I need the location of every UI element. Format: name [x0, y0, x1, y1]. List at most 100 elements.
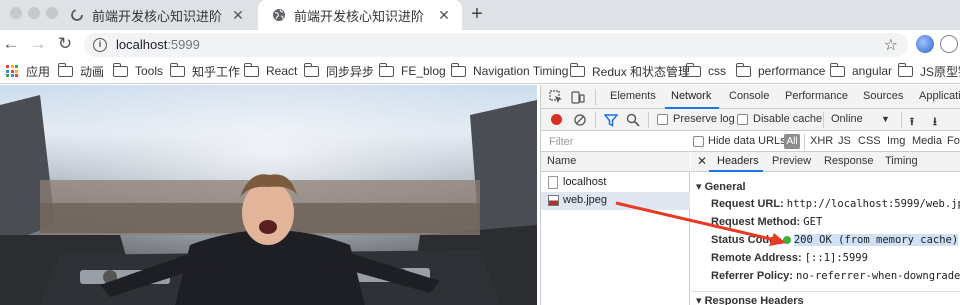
triangle-down-icon: ▾	[696, 181, 705, 193]
status-code-value: 200 OK (from memory cache)	[793, 234, 959, 246]
new-tab-button[interactable]: +	[468, 4, 486, 24]
bookmark-star-icon[interactable]: ☆	[884, 35, 898, 55]
import-har-icon[interactable]: ⭱	[910, 113, 914, 132]
devtools-panel: Elements Network Console Performance Sou…	[540, 85, 960, 305]
bookmarks-bar: 应用 动画 Tools 知乎工作 React 同步异步 FE_blog Navi…	[0, 58, 960, 84]
folder-icon	[378, 62, 394, 77]
toolbar-separator	[823, 112, 824, 128]
filter-bar: Filter Hide data URLs All XHR JS CSS Img…	[541, 132, 960, 152]
folder-icon	[57, 62, 73, 77]
loading-icon	[71, 9, 83, 21]
forward-button[interactable]: →	[29, 35, 47, 53]
browser-tab-2[interactable]: 前端开发核心知识进阶 ✕	[258, 0, 462, 30]
export-har-icon[interactable]: ⭳	[933, 113, 937, 132]
toolbar-separator	[648, 112, 649, 128]
document-icon	[548, 176, 558, 189]
bookmark-folder[interactable]: performance	[735, 62, 825, 80]
tab-application[interactable]: Applicatio	[919, 90, 960, 102]
window-close-button[interactable]	[10, 7, 22, 19]
network-toolbar: Preserve log Disable cache Online ▼ ⭱ ⭳	[541, 109, 960, 131]
request-method-row: Request Method: GET	[711, 216, 823, 228]
bookmark-folder[interactable]: 知乎工作	[169, 62, 240, 80]
bookmark-apps[interactable]: 应用	[6, 62, 50, 80]
bookmark-folder[interactable]: Tools	[112, 62, 163, 80]
request-row-localhost[interactable]: localhost	[541, 174, 690, 192]
tab-console[interactable]: Console	[729, 90, 769, 102]
tab-close-icon[interactable]: ✕	[436, 7, 452, 23]
tab-performance[interactable]: Performance	[785, 90, 848, 102]
tab-close-icon[interactable]: ✕	[230, 7, 246, 23]
bookmark-folder[interactable]: angular	[829, 62, 892, 80]
extension-icon[interactable]	[940, 35, 958, 53]
bookmark-folder[interactable]: FE_blog	[378, 62, 446, 80]
clear-icon[interactable]	[573, 113, 587, 127]
tab-network[interactable]: Network	[671, 90, 711, 102]
disable-cache-checkbox[interactable]	[737, 114, 748, 125]
tab-preview[interactable]: Preview	[772, 155, 811, 167]
filter-css-button[interactable]: CSS	[858, 135, 881, 147]
toolbar-separator	[804, 134, 805, 150]
bookmark-folder[interactable]: css	[685, 62, 726, 80]
hide-data-urls-label: Hide data URLs	[708, 135, 786, 147]
bookmark-folder[interactable]: Redux 和状态管理	[569, 62, 690, 80]
page-photo	[0, 85, 537, 305]
window-minimize-button[interactable]	[28, 7, 40, 19]
apps-icon	[6, 65, 18, 77]
filter-input[interactable]: Filter	[549, 136, 573, 148]
image-file-icon	[548, 195, 559, 206]
filter-media-button[interactable]: Media	[912, 135, 942, 147]
tab-response[interactable]: Response	[824, 155, 874, 167]
inspect-element-icon[interactable]	[549, 90, 563, 104]
search-icon[interactable]	[626, 113, 640, 127]
tab-timing[interactable]: Timing	[885, 155, 918, 167]
address-bar[interactable]: i localhost:5999 ☆	[84, 33, 908, 57]
folder-icon	[112, 62, 128, 77]
reload-button[interactable]: ↻	[56, 35, 74, 53]
request-row-web-jpeg[interactable]: web.jpeg	[541, 192, 690, 210]
filter-xhr-button[interactable]: XHR	[810, 135, 833, 147]
bookmark-folder[interactable]: Navigation Timing	[450, 62, 568, 80]
request-url-row: Request URL: http://localhost:5999/web.j…	[711, 198, 960, 210]
folder-icon	[569, 62, 585, 77]
device-toolbar-icon[interactable]	[571, 90, 585, 104]
general-section-header[interactable]: ▾ General	[696, 180, 746, 193]
folder-icon	[735, 62, 751, 77]
tab-sources[interactable]: Sources	[863, 90, 903, 102]
bookmark-folder[interactable]: React	[243, 62, 297, 80]
tab-headers[interactable]: Headers	[717, 155, 759, 167]
response-headers-section-header[interactable]: ▾ Response Headers	[696, 294, 804, 305]
folder-icon	[897, 62, 913, 77]
browser-tab-1[interactable]: 前端开发核心知识进阶 ✕	[56, 0, 256, 30]
preserve-log-label: Preserve log	[673, 113, 735, 125]
name-column-header[interactable]: Name	[541, 152, 690, 172]
details-tabbar: ✕ Headers Preview Response Timing	[691, 152, 960, 172]
filter-icon[interactable]	[604, 113, 618, 127]
chevron-down-icon: ▼	[881, 114, 890, 124]
filter-img-button[interactable]: Img	[887, 135, 905, 147]
filter-font-button[interactable]: Fo	[947, 135, 960, 147]
bookmark-folder[interactable]: 同步异步	[303, 62, 374, 80]
throttle-select[interactable]: Online	[831, 113, 863, 125]
site-info-icon[interactable]: i	[93, 38, 107, 52]
preserve-log-checkbox[interactable]	[657, 114, 668, 125]
status-dot-icon	[782, 235, 791, 244]
url-text: localhost:5999	[116, 37, 200, 52]
hide-data-urls-checkbox[interactable]	[693, 136, 704, 147]
concert-image	[0, 85, 537, 305]
back-button[interactable]: ←	[2, 35, 20, 53]
filter-js-button[interactable]: JS	[838, 135, 851, 147]
bookmark-folder[interactable]: 动画	[57, 62, 104, 80]
tab-title: 前端开发核心知识进阶	[294, 8, 425, 24]
folder-icon	[243, 62, 259, 77]
close-details-icon[interactable]: ✕	[697, 154, 707, 168]
record-button[interactable]	[551, 114, 562, 125]
tab-strip: 前端开发核心知识进阶 ✕ 前端开发核心知识进阶 ✕ +	[0, 0, 960, 30]
filter-all-button[interactable]: All	[784, 134, 800, 149]
tab-elements[interactable]: Elements	[610, 90, 656, 102]
toolbar-separator	[595, 112, 596, 128]
referrer-policy-row: Referrer Policy: no-referrer-when-downgr…	[711, 270, 960, 282]
extension-icon[interactable]	[916, 35, 934, 53]
toolbar-separator	[595, 89, 596, 105]
status-code-row: Status Code: 200 OK (from memory cache)	[711, 234, 959, 246]
bookmark-folder[interactable]: JS原型链	[897, 62, 960, 80]
